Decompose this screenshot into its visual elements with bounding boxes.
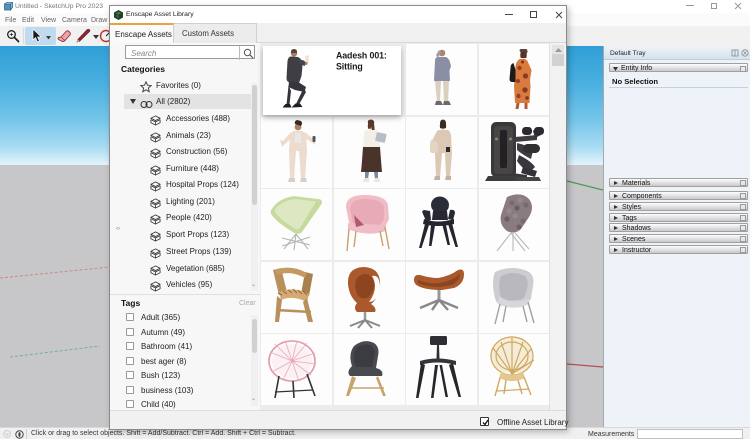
svg-text:Aadesh 001:: Aadesh 001: (336, 51, 387, 61)
svg-text:Sitting: Sitting (336, 62, 363, 72)
